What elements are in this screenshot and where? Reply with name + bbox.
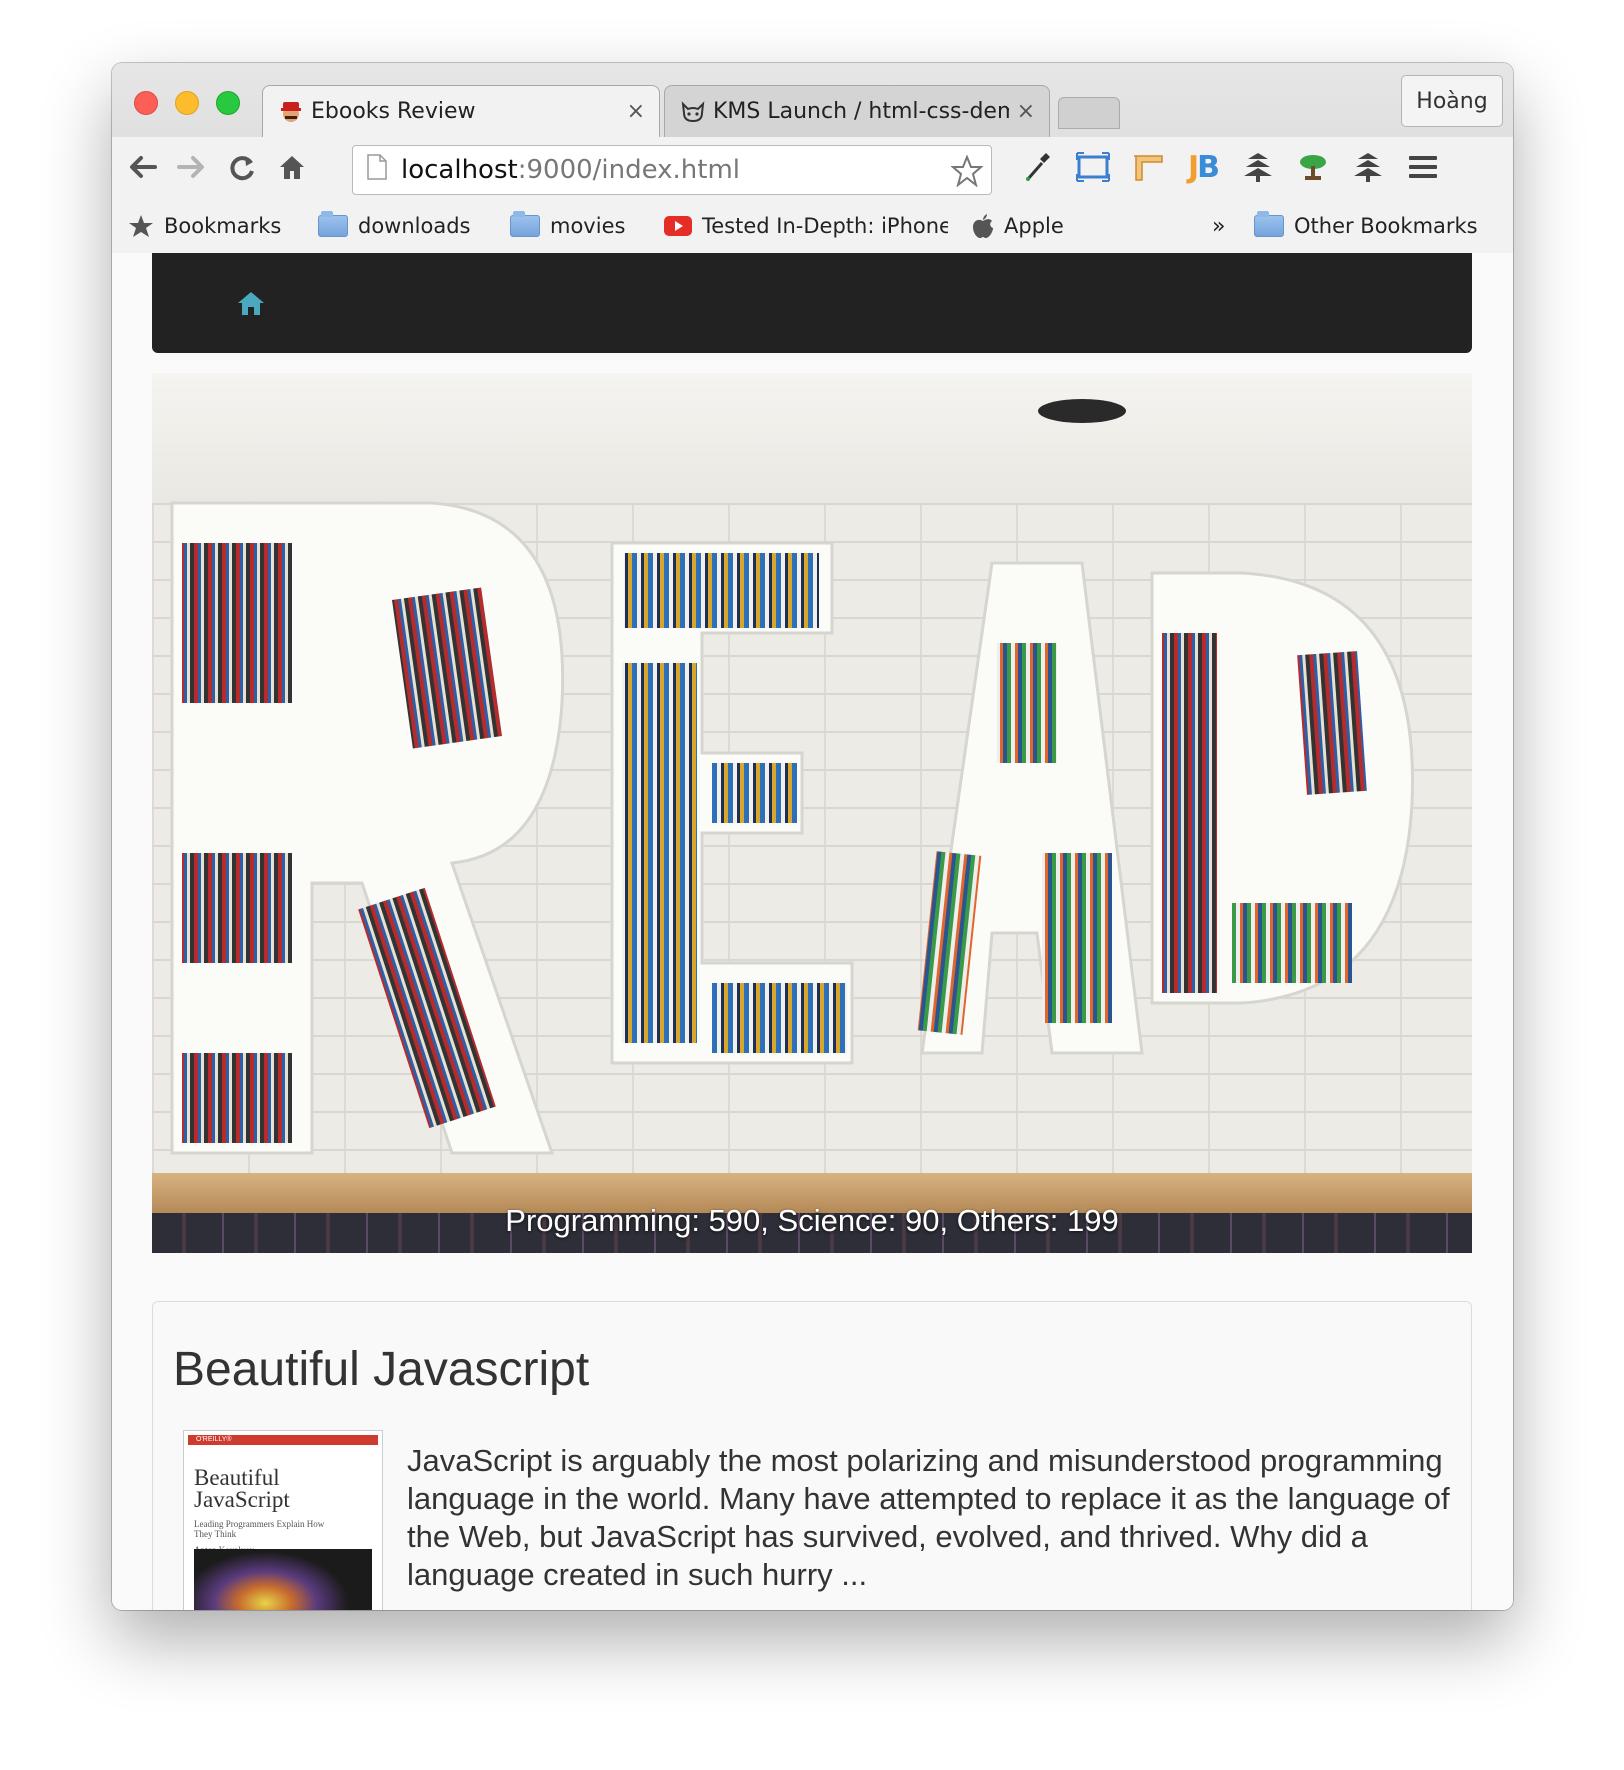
hero-caption: Programming: 590, Science: 90, Others: 1… — [505, 1203, 1119, 1238]
window-resizer-icon[interactable] — [1072, 147, 1114, 187]
book-cover-image[interactable]: O'REILLY® Beautiful JavaScript Leading P… — [183, 1430, 383, 1610]
tab-close-icon[interactable]: × — [627, 99, 645, 124]
bookmark-apple[interactable]: Apple — [972, 211, 1064, 241]
bookmark-label: Other Bookmarks — [1294, 214, 1478, 238]
star-icon — [128, 214, 154, 238]
extension-tree-icon[interactable] — [1347, 147, 1389, 187]
folder-icon — [510, 211, 540, 237]
bookmarks-overflow-chevron-icon[interactable]: » — [1212, 211, 1225, 241]
bookmark-bookmarks[interactable]: Bookmarks — [128, 211, 281, 241]
browser-window: Ebooks Review × KMS Launch / html-css-de… — [112, 63, 1513, 1610]
cover-title-line: Beautiful — [194, 1465, 280, 1490]
tab-close-icon[interactable]: × — [1017, 99, 1035, 124]
bookmark-label: Apple — [1004, 214, 1064, 238]
new-tab-button[interactable] — [1058, 97, 1120, 129]
bookmark-label: Bookmarks — [164, 214, 282, 238]
bookmark-star-icon[interactable] — [950, 154, 984, 194]
reload-icon[interactable] — [222, 147, 262, 187]
cover-title: Beautiful JavaScript — [194, 1465, 378, 1512]
back-arrow-icon[interactable] — [122, 147, 162, 187]
browser-chrome: Ebooks Review × KMS Launch / html-css-de… — [112, 63, 1513, 253]
maximize-window-button[interactable] — [216, 91, 240, 115]
folder-icon — [318, 211, 348, 237]
read-bookshelf-letters — [170, 399, 1415, 1155]
home-icon[interactable] — [272, 147, 312, 187]
tab-kms-launch[interactable]: KMS Launch / html-css-demo × — [664, 85, 1050, 137]
bookmark-tested-in-depth[interactable]: Tested In-Depth: iPhone — [664, 211, 948, 241]
bonsai-icon[interactable] — [1292, 147, 1334, 187]
youtube-icon — [664, 216, 692, 236]
forward-arrow-icon[interactable] — [172, 147, 212, 187]
book-title[interactable]: Beautiful Javascript — [173, 1342, 589, 1397]
address-bar[interactable]: localhost:9000/index.html — [352, 145, 992, 195]
apple-icon — [972, 213, 994, 239]
cover-title-line: JavaScript — [194, 1487, 290, 1512]
bookmark-downloads[interactable]: downloads — [318, 211, 471, 241]
bookmark-label: movies — [550, 214, 626, 238]
hero-image: Programming: 590, Science: 90, Others: 1… — [152, 373, 1472, 1253]
profile-button[interactable]: Hoàng — [1401, 75, 1503, 127]
book-card[interactable]: Beautiful Javascript O'REILLY® Beautiful… — [152, 1301, 1472, 1610]
url-host: localhost — [401, 155, 518, 185]
url-path: :9000/index.html — [517, 155, 741, 185]
extension-tree-icon[interactable] — [1237, 147, 1279, 187]
minimize-window-button[interactable] — [175, 91, 199, 115]
tab-ebooks-review[interactable]: Ebooks Review × — [262, 85, 660, 137]
bookmark-label: Tested In-Depth: iPhone — [702, 214, 948, 238]
bookmark-label: downloads — [358, 214, 471, 238]
close-window-button[interactable] — [134, 91, 158, 115]
home-icon[interactable] — [236, 289, 266, 317]
cover-subtitle: Leading Programmers Explain How They Thi… — [194, 1519, 325, 1539]
site-navbar — [152, 253, 1472, 353]
eyedropper-icon[interactable] — [1017, 147, 1059, 187]
ruler-icon[interactable] — [1127, 147, 1169, 187]
tab-title: Ebooks Review — [311, 99, 476, 124]
mario-favicon-icon — [277, 98, 305, 126]
bookmark-other-bookmarks[interactable]: Other Bookmarks — [1254, 211, 1478, 241]
jetbrains-icon[interactable]: JB — [1182, 147, 1224, 187]
toolbar: localhost:9000/index.html JB — [112, 137, 1513, 199]
cover-artwork — [194, 1549, 372, 1610]
cover-brand: O'REILLY® — [196, 1436, 232, 1443]
octocat-favicon-icon — [679, 98, 707, 126]
bookmark-movies[interactable]: movies — [510, 211, 625, 241]
folder-icon — [1254, 211, 1284, 237]
book-description: JavaScript is arguably the most polarizi… — [407, 1443, 1450, 1592]
bookmarks-bar: Bookmarks downloads movies Tested In-Dep… — [112, 199, 1513, 253]
menu-hamburger-icon[interactable] — [1402, 147, 1444, 187]
tab-title: KMS Launch / html-css-demo — [713, 99, 1009, 124]
page-icon — [367, 153, 387, 187]
page-content: Programming: 590, Science: 90, Others: 1… — [112, 253, 1513, 1610]
